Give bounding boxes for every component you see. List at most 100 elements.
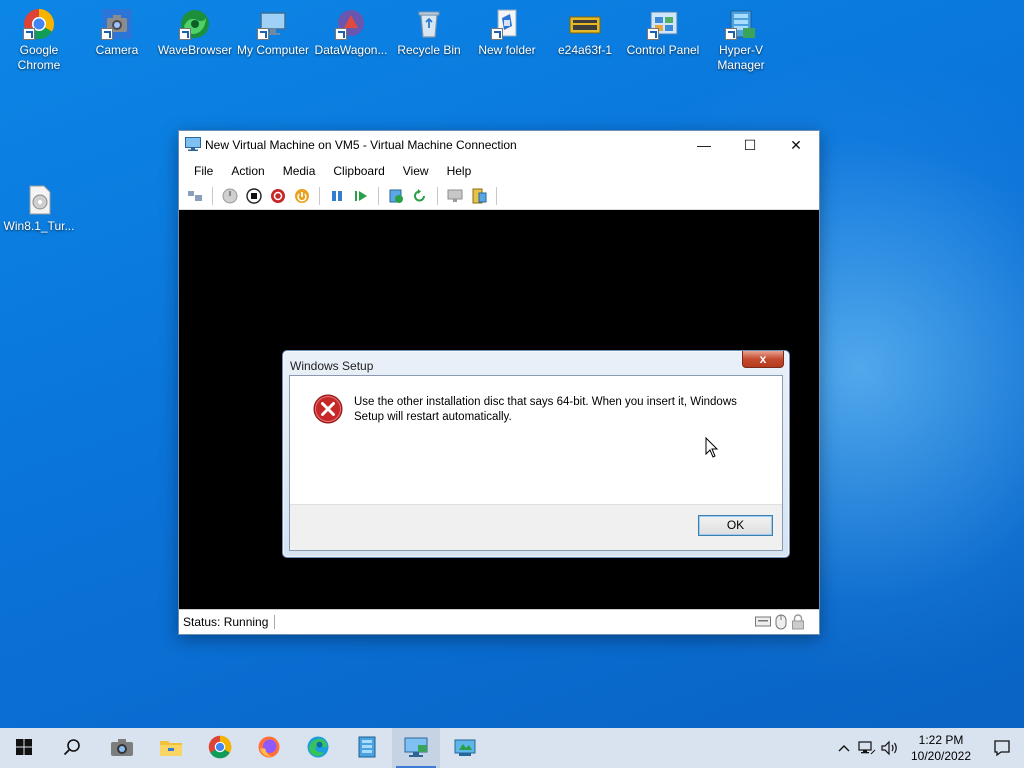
menu-help[interactable]: Help: [438, 164, 481, 178]
desktop-icon-my-computer[interactable]: My Computer: [235, 2, 311, 58]
vm-menu-bar: File Action Media Clipboard View Help: [179, 159, 819, 183]
ok-button[interactable]: OK: [698, 515, 773, 536]
vm-display[interactable]: Windows Setup x Use the other installati…: [179, 210, 819, 609]
taskbar-firefox[interactable]: [245, 728, 293, 768]
desktop-icon-label: WaveBrowser: [157, 43, 233, 57]
desktop-icon-new-folder[interactable]: New folder: [469, 2, 545, 58]
share-icon[interactable]: [469, 186, 489, 206]
notification-center-icon[interactable]: [980, 739, 1024, 757]
taskbar: 1:22 PM 10/20/2022: [0, 728, 1024, 768]
maximize-icon: ☐: [743, 136, 757, 153]
minimize-button[interactable]: —: [681, 131, 727, 159]
toolbar-separator: [437, 187, 438, 205]
toolbar-separator: [319, 187, 320, 205]
volume-icon[interactable]: [878, 740, 902, 756]
iso-disc-icon: [23, 184, 55, 216]
desktop-icon-label: DataWagon...: [314, 43, 388, 57]
camera-icon: [110, 737, 134, 760]
menu-action[interactable]: Action: [222, 164, 273, 178]
desktop-icon-label: e24a63f-1: [557, 43, 613, 57]
shut-down-icon[interactable]: [268, 186, 288, 206]
network-icon[interactable]: [856, 740, 878, 756]
dialog-body: Use the other installation disc that say…: [289, 375, 783, 551]
desktop-icon-datawagon[interactable]: DataWagon...: [313, 2, 389, 58]
save-state-icon[interactable]: [292, 186, 312, 206]
taskbar-app[interactable]: [441, 728, 489, 768]
checkpoint-icon[interactable]: [386, 186, 406, 206]
desktop-icon-win81-iso[interactable]: Win8.1_Tur...: [1, 178, 77, 234]
minimize-icon: —: [697, 137, 711, 153]
close-button[interactable]: ✕: [773, 131, 819, 159]
taskbar-file-explorer[interactable]: [147, 728, 195, 768]
desktop-icon-label: Control Panel: [626, 43, 700, 57]
chrome-icon: [208, 735, 232, 762]
desktop-icon-label: Google Chrome: [17, 43, 61, 72]
close-icon: ✕: [790, 136, 802, 153]
desktop-icon-label: My Computer: [236, 43, 310, 57]
menu-view[interactable]: View: [394, 164, 438, 178]
toolbar-separator: [212, 187, 213, 205]
menu-file[interactable]: File: [185, 164, 222, 178]
start-icon: [16, 738, 32, 758]
control-panel-icon: [647, 8, 679, 40]
vm-status-bar: Status: Running: [179, 609, 819, 634]
vm-title-bar[interactable]: New Virtual Machine on VM5 - Virtual Mac…: [179, 131, 819, 159]
taskbar-hyperv-manager[interactable]: [343, 728, 391, 768]
vm-connection-window[interactable]: New Virtual Machine on VM5 - Virtual Mac…: [178, 130, 820, 635]
desktop-icon-control-panel[interactable]: Control Panel: [625, 2, 701, 58]
taskbar-search-button[interactable]: [48, 728, 96, 768]
mouse-cursor-icon: [705, 436, 719, 459]
desktop-icon-label: New folder: [478, 43, 536, 57]
taskbar-camera[interactable]: [98, 728, 146, 768]
desktop-icon-google-chrome[interactable]: Google Chrome: [1, 2, 77, 73]
desktop-icon-hyperv-manager[interactable]: Hyper-V Manager: [703, 2, 779, 73]
resume-icon[interactable]: [351, 186, 371, 206]
dialog-title: Windows Setup: [290, 359, 374, 373]
taskbar-vm-connection[interactable]: [392, 728, 440, 768]
datawagon-icon: [335, 8, 367, 40]
image-file-icon: [569, 8, 601, 40]
ctrl-alt-del-icon[interactable]: [185, 186, 205, 206]
clock-date: 10/20/2022: [910, 749, 972, 763]
desktop-icon-label: Camera: [95, 43, 139, 57]
desktop-icon-camera[interactable]: Camera: [79, 2, 155, 58]
toolbar-separator: [378, 187, 379, 205]
hyperv-manager-icon: [355, 735, 379, 762]
menu-media[interactable]: Media: [274, 164, 325, 178]
revert-icon[interactable]: [410, 186, 430, 206]
vm-connection-icon: [404, 736, 428, 761]
taskbar-clock[interactable]: 1:22 PM 10/20/2022: [902, 732, 980, 764]
turn-off-icon[interactable]: [244, 186, 264, 206]
desktop-icon-label: Win8.1_Tur...: [3, 219, 75, 233]
start-vm-icon[interactable]: [220, 186, 240, 206]
lock-icon: [791, 614, 805, 633]
app-icon: [453, 736, 477, 761]
menu-clipboard[interactable]: Clipboard: [324, 164, 393, 178]
taskbar-edge[interactable]: [294, 728, 342, 768]
camera-icon: [101, 8, 133, 40]
desktop-icon-label: Recycle Bin: [397, 43, 461, 57]
chrome-icon: [23, 8, 55, 40]
computer-icon: [257, 8, 289, 40]
edge-icon: [306, 735, 330, 762]
error-icon: [312, 393, 344, 425]
desktop-icon-label: Hyper-V Manager: [717, 43, 765, 72]
desktop-icon-e24a63f-1[interactable]: e24a63f-1: [547, 2, 623, 58]
desktop-icon-recycle-bin[interactable]: Recycle Bin: [391, 2, 467, 58]
status-text: Status: Running: [183, 615, 276, 629]
pause-icon[interactable]: [327, 186, 347, 206]
chevron-up-icon[interactable]: [832, 744, 856, 752]
dialog-close-button[interactable]: x: [742, 351, 784, 368]
vm-toolbar: [179, 183, 819, 210]
file-explorer-icon: [159, 737, 183, 760]
folder-icon: [491, 8, 523, 40]
taskbar-chrome[interactable]: [196, 728, 244, 768]
dialog-message: Use the other installation disc that say…: [354, 396, 737, 423]
maximize-button[interactable]: ☐: [727, 131, 773, 159]
desktop: Google Chrome Camera WaveBrowser My Comp…: [0, 0, 1024, 728]
vm-connection-icon: [185, 137, 201, 151]
clock-time: 1:22 PM: [918, 733, 964, 747]
enhanced-session-icon[interactable]: [445, 186, 465, 206]
desktop-icon-wavebrowser[interactable]: WaveBrowser: [157, 2, 233, 58]
start-button[interactable]: [0, 728, 48, 768]
